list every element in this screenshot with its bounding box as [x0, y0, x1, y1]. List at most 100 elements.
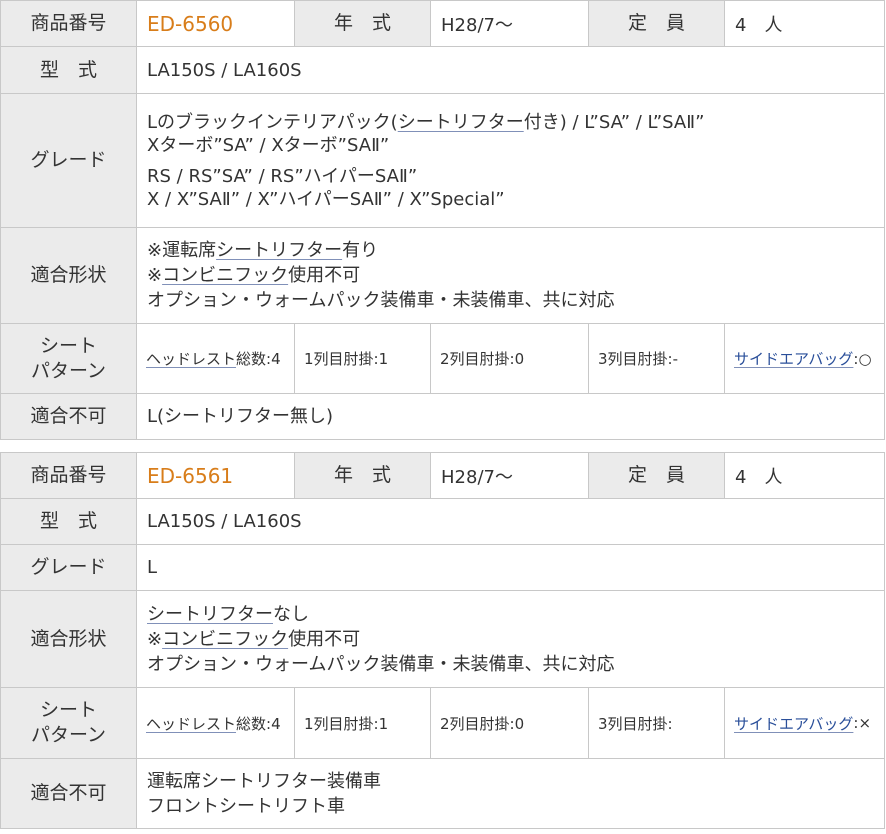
model-label: 型 式	[1, 499, 137, 544]
row3-armrest: 3列目肘掛:-	[589, 324, 725, 393]
headrest-link[interactable]: ヘッドレスト	[146, 348, 236, 369]
grade-value: L	[137, 545, 885, 590]
fit-text: 有り	[342, 240, 379, 261]
ng-value: L(シートリフター無し)	[137, 394, 885, 439]
model-label-text: 型 式	[39, 58, 97, 81]
code-label: 商品番号	[1, 1, 137, 46]
code-label: 商品番号	[1, 453, 137, 498]
capacity-label-text: 定 員	[627, 12, 685, 34]
grade-label-text: グレード	[30, 149, 107, 171]
product-code: ED-6561	[147, 463, 234, 488]
row2-armrest: 2列目肘掛:0	[431, 324, 589, 393]
code-cell: ED-6561	[137, 453, 295, 498]
ng-line: L(シートリフター無し)	[147, 406, 334, 427]
airbag-status: :×	[853, 714, 872, 732]
capacity-label: 定 員	[589, 1, 725, 46]
ng-label: 適合不可	[1, 759, 137, 828]
model-label-text: 型 式	[39, 510, 97, 532]
ng-label: 適合不可	[1, 394, 137, 439]
code-label-text: 商品番号	[30, 464, 107, 486]
airbag-cell: サイドエアバッグ:○	[725, 324, 885, 393]
code-cell: ED-6560	[137, 1, 295, 46]
fit-label: 適合形状	[1, 591, 137, 687]
fit-value: ※運転席シートリフター有り ※コンビニフック使用不可 オプション・ウォームパック…	[137, 228, 885, 323]
model-value: LA150S / LA160S	[137, 47, 885, 93]
seat-lifter-link[interactable]: シートリフター	[216, 240, 342, 261]
grade-label: グレード	[1, 94, 137, 227]
year-value: H28/7〜	[431, 453, 589, 498]
seat-lifter-link[interactable]: シートリフター	[398, 112, 524, 133]
pattern-label: シート パターン	[1, 688, 137, 758]
row1-armrest: 1列目肘掛:1	[295, 688, 431, 758]
model-row: 型 式 LA150S / LA160S	[1, 47, 885, 94]
code-label-text: 商品番号	[30, 12, 107, 34]
fit-label: 適合形状	[1, 228, 137, 323]
model-value: LA150S / LA160S	[137, 499, 885, 544]
grade-line: X / X”SAⅡ” / X”ハイパーSAⅡ” / X”Special”	[147, 188, 505, 210]
grade-text: 付き) / L”SA” / L”SAⅡ”	[523, 111, 705, 133]
row1-armrest: 1列目肘掛:1	[295, 324, 431, 393]
fit-row: 適合形状 ※運転席シートリフター有り ※コンビニフック使用不可 オプション・ウォ…	[1, 228, 885, 324]
fit-label-text: 適合形状	[30, 264, 107, 286]
seat-lifter-link[interactable]: シートリフター	[147, 604, 273, 625]
fit-line: ※運転席シートリフター有り	[147, 238, 378, 263]
fit-line: オプション・ウォームパック装備車・未装備車、共に対応	[147, 653, 615, 675]
ng-label-text: 適合不可	[30, 782, 107, 804]
fit-text: ※運転席	[147, 240, 217, 261]
model-label: 型 式	[1, 47, 137, 93]
pattern-label: シート パターン	[1, 324, 137, 393]
year-value: H28/7〜	[431, 1, 589, 46]
model-row: 型 式 LA150S / LA160S	[1, 499, 885, 545]
ng-line: 運転席シートリフター装備車	[147, 770, 381, 792]
side-airbag-link[interactable]: サイドエアバッグ	[734, 713, 853, 734]
row3-armrest: 3列目肘掛:	[589, 688, 725, 758]
pattern-row: シート パターン ヘッドレスト 総数:4 1列目肘掛:1 2列目肘掛:0 3列目肘…	[1, 688, 885, 759]
fit-text: ※	[147, 265, 163, 286]
grade-line: Xターボ”SA” / Xターボ”SAⅡ”	[147, 134, 390, 156]
product-table-1: 商品番号 ED-6560 年 式 H28/7〜 定 員 4 人 型 式 LA15…	[0, 0, 885, 440]
airbag-cell: サイドエアバッグ:×	[725, 688, 885, 758]
grade-value: Lのブラックインテリアパック(シートリフター付き) / L”SA” / L”SA…	[137, 94, 885, 227]
headrest-count: 総数:4	[236, 350, 281, 368]
product-code: ED-6560	[147, 11, 234, 36]
capacity-label: 定 員	[589, 453, 725, 498]
fit-line: ※コンビニフック使用不可	[147, 263, 360, 288]
capacity-label-text: 定 員	[627, 464, 685, 486]
header-row: 商品番号 ED-6560 年 式 H28/7〜 定 員 4 人	[1, 1, 885, 47]
fit-row: 適合形状 シートリフターなし ※コンビニフック使用不可 オプション・ウォームパッ…	[1, 591, 885, 688]
pattern-label-text: シート パターン	[30, 334, 107, 382]
product-table-2: 商品番号 ED-6561 年 式 H28/7〜 定 員 4 人 型 式 LA15…	[0, 452, 885, 829]
headrest-link[interactable]: ヘッドレスト	[146, 713, 236, 734]
pattern-label-text: シート パターン	[30, 699, 107, 746]
side-airbag-link[interactable]: サイドエアバッグ	[734, 348, 853, 369]
fit-text: 使用不可	[288, 265, 361, 286]
grade-line: Lのブラックインテリアパック(シートリフター付き) / L”SA” / L”SA…	[147, 111, 704, 134]
year-label-text: 年 式	[333, 12, 391, 34]
year-label: 年 式	[295, 1, 431, 46]
headrest-count: 総数:4	[236, 714, 281, 733]
convenience-hook-link[interactable]: コンビニフック	[162, 265, 288, 286]
grade-row: グレード Lのブラックインテリアパック(シートリフター付き) / L”SA” /…	[1, 94, 885, 228]
ng-line: フロントシートリフト車	[147, 795, 345, 817]
fit-line: ※コンビニフック使用不可	[147, 627, 360, 652]
capacity-value: 4 人	[725, 453, 885, 498]
ng-label-text: 適合不可	[30, 405, 107, 427]
grade-line: L	[147, 557, 158, 578]
year-label-text: 年 式	[333, 464, 391, 486]
fit-line: オプション・ウォームパック装備車・未装備車、共に対応	[147, 290, 615, 311]
fit-line: シートリフターなし	[147, 602, 309, 627]
ng-row: 適合不可 運転席シートリフター装備車 フロントシートリフト車	[1, 759, 885, 829]
row2-armrest: 2列目肘掛:0	[431, 688, 589, 758]
convenience-hook-link[interactable]: コンビニフック	[162, 629, 288, 650]
grade-line: RS / RS”SA” / RS”ハイパーSAⅡ”	[147, 165, 418, 187]
grade-label-text: グレード	[30, 556, 107, 578]
fit-text: ※	[147, 628, 163, 650]
grade-row: グレード L	[1, 545, 885, 591]
header-row: 商品番号 ED-6561 年 式 H28/7〜 定 員 4 人	[1, 453, 885, 499]
fit-label-text: 適合形状	[30, 627, 107, 650]
ng-row: 適合不可 L(シートリフター無し)	[1, 394, 885, 440]
pattern-row: シート パターン ヘッドレスト 総数:4 1列目肘掛:1 2列目肘掛:0 3列目肘…	[1, 324, 885, 394]
airbag-status: :○	[853, 349, 872, 368]
year-label: 年 式	[295, 453, 431, 498]
headrest-cell: ヘッドレスト 総数:4	[137, 324, 295, 393]
